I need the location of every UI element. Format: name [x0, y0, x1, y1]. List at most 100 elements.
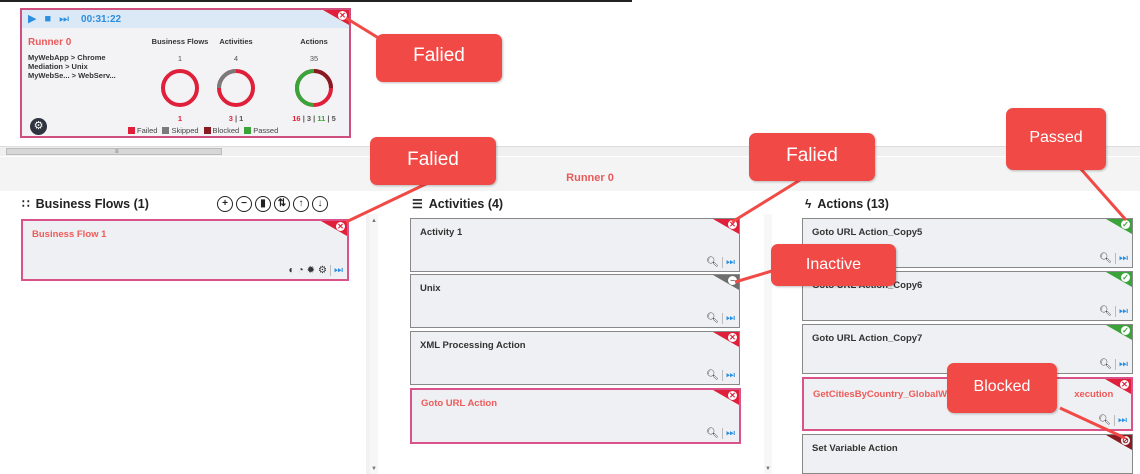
action-tools: 🔍︎ ⏭: [1099, 306, 1128, 317]
add-icon[interactable]: +: [217, 196, 233, 212]
legend-label: Blocked: [212, 126, 240, 135]
passed-status-corner: ✓: [1106, 272, 1132, 287]
runner-toolbar: ▶ ■ ⏭ 00:31:22 ✕: [22, 10, 349, 28]
scrollbar-thumb[interactable]: ≡: [6, 148, 222, 155]
action-name: Set Variable Action: [812, 443, 898, 454]
blocked-status-corner: ⊘: [1106, 435, 1132, 450]
action-tools: 🔍︎ ⏭: [1098, 415, 1127, 426]
action-tools: 🔍︎ ⏭: [1099, 359, 1128, 370]
chart-icon[interactable]: ◔: [298, 265, 304, 276]
run-icon[interactable]: ⏭: [722, 257, 735, 268]
legend-swatch: [244, 127, 252, 134]
failed-status-corner: ✕: [1105, 379, 1131, 394]
activity-name: Goto URL Action: [421, 398, 497, 409]
run-icon[interactable]: ⏭: [330, 265, 343, 276]
inactive-icon: −: [728, 276, 737, 285]
legend-swatch: [162, 127, 170, 134]
activity-name: Activity 1: [420, 227, 463, 238]
passed-icon: ✓: [1121, 220, 1130, 229]
activity-card[interactable]: Activity 1 ✕ 🔍︎ ⏭: [410, 218, 740, 272]
run-icon[interactable]: ⏭: [1115, 306, 1128, 317]
delete-icon[interactable]: ▮: [255, 196, 271, 212]
actions-donut: [294, 69, 333, 107]
run-icon[interactable]: ⏭: [1115, 253, 1128, 264]
stop-icon[interactable]: ■: [44, 13, 51, 25]
failed-icon: ✕: [336, 222, 345, 231]
failed-callout: Falied: [376, 34, 502, 82]
reorder-icon[interactable]: ⇅: [274, 196, 290, 212]
actions-count: 35: [309, 54, 319, 63]
activity-card[interactable]: XML Processing Action ✕ 🔍︎ ⏭: [410, 331, 740, 385]
gear-icon[interactable]: ⚙: [318, 265, 327, 276]
search-icon[interactable]: 🔍︎: [706, 257, 719, 268]
failed-status-corner: ✕: [713, 390, 739, 405]
activity-card-selected[interactable]: Goto URL Action ✕ 🔍︎ ⏭: [410, 388, 741, 444]
action-tools: 🔍︎ ⏭: [1099, 253, 1128, 264]
status-count: 5: [331, 114, 336, 123]
activity-tools: 🔍︎ ⏭: [706, 313, 735, 324]
search-icon[interactable]: 🔍︎: [706, 313, 719, 324]
scroll-up-icon[interactable]: ▲: [371, 218, 377, 224]
grip-icon: ≡: [115, 149, 119, 155]
activity-card[interactable]: Unix − 🔍︎ ⏭: [410, 274, 740, 328]
failed-icon: ✕: [728, 220, 737, 229]
remove-icon[interactable]: −: [236, 196, 252, 212]
activities-title: Activities (4): [428, 197, 504, 211]
run-icon[interactable]: ⏭: [1115, 359, 1128, 370]
legend-item: Blocked: [203, 126, 240, 135]
business-flow-card[interactable]: Business Flow 1 ✕ ◐ ◔ ✹ ⚙ ⏭: [21, 219, 349, 281]
status-count: 1: [239, 114, 244, 123]
move-down-icon[interactable]: ↓: [312, 196, 328, 212]
actions-column-title: Actions: [300, 37, 328, 46]
legend-label: Failed: [137, 126, 158, 135]
search-icon[interactable]: 🔍︎: [1098, 415, 1111, 426]
activity-tools: 🔍︎ ⏭: [706, 257, 735, 268]
flow-line: MyWebSe... > WebServ...: [28, 71, 116, 80]
activities-header: ☰ Activities (4): [412, 197, 503, 211]
failed-callout: Falied: [749, 133, 875, 181]
skip-forward-icon[interactable]: ⏭: [59, 13, 69, 25]
activities-count: 4: [233, 54, 239, 63]
activity-name: Unix: [420, 283, 441, 294]
scroll-down-icon[interactable]: ▼: [371, 466, 377, 472]
activity-tools: 🔍︎ ⏭: [706, 370, 735, 381]
legend-label: Skipped: [171, 126, 199, 135]
horizontal-scrollbar[interactable]: ≡: [0, 146, 1140, 156]
flow-line: MyWebApp > Chrome: [28, 53, 106, 62]
status-legend: Failed Skipped Blocked Passed: [128, 126, 278, 135]
search-icon[interactable]: 🔍︎: [1099, 359, 1112, 370]
passed-status-corner: ✓: [1106, 325, 1132, 340]
settings-gear-icon[interactable]: ⚙: [30, 118, 47, 135]
search-icon[interactable]: 🔍︎: [1099, 253, 1112, 264]
run-icon[interactable]: ⏭: [722, 313, 735, 324]
failed-icon: ✕: [728, 391, 737, 400]
failed-status-corner: ✕: [323, 10, 349, 25]
scroll-down-icon[interactable]: ▼: [765, 466, 771, 472]
activities-scrollbar[interactable]: ▲ ▼: [370, 214, 378, 474]
legend-item: Skipped: [162, 126, 199, 135]
flow-list: MyWebApp > Chrome Mediation > Unix MyWeb…: [28, 53, 116, 80]
run-icon[interactable]: ⏭: [1114, 415, 1127, 426]
move-up-icon[interactable]: ↑: [293, 196, 309, 212]
runner-summary-card[interactable]: ▶ ■ ⏭ 00:31:22 ✕ Runner 0 MyWebApp > Chr…: [20, 8, 351, 138]
action-name-start: GetCitiesByCountry_GlobalWe: [813, 389, 953, 400]
activity-tools: 🔍︎ ⏭: [706, 428, 735, 439]
activity-name: XML Processing Action: [420, 340, 526, 351]
failed-status-corner: ✕: [713, 332, 739, 347]
play-icon[interactable]: ▶: [28, 13, 36, 25]
run-timer: 00:31:22: [81, 13, 122, 25]
search-icon[interactable]: 🔍︎: [706, 370, 719, 381]
action-card[interactable]: Set Variable Action ⊘: [802, 434, 1133, 474]
passed-icon: ✓: [1121, 326, 1130, 335]
sitemap-icon: ∷: [22, 197, 30, 211]
passed-callout: Passed: [1006, 108, 1106, 170]
run-icon[interactable]: ⏭: [722, 428, 735, 439]
run-icon[interactable]: ⏭: [722, 370, 735, 381]
legend-label: Passed: [253, 126, 279, 135]
search-icon[interactable]: 🔍︎: [706, 428, 719, 439]
badge-icon[interactable]: ✹: [307, 265, 315, 276]
search-icon[interactable]: 🔍︎: [1099, 306, 1112, 317]
activities-status-label: 3 | 1: [196, 114, 276, 123]
flow-line: Mediation > Unix: [28, 62, 88, 71]
toggle-icon[interactable]: ◐: [289, 265, 295, 276]
